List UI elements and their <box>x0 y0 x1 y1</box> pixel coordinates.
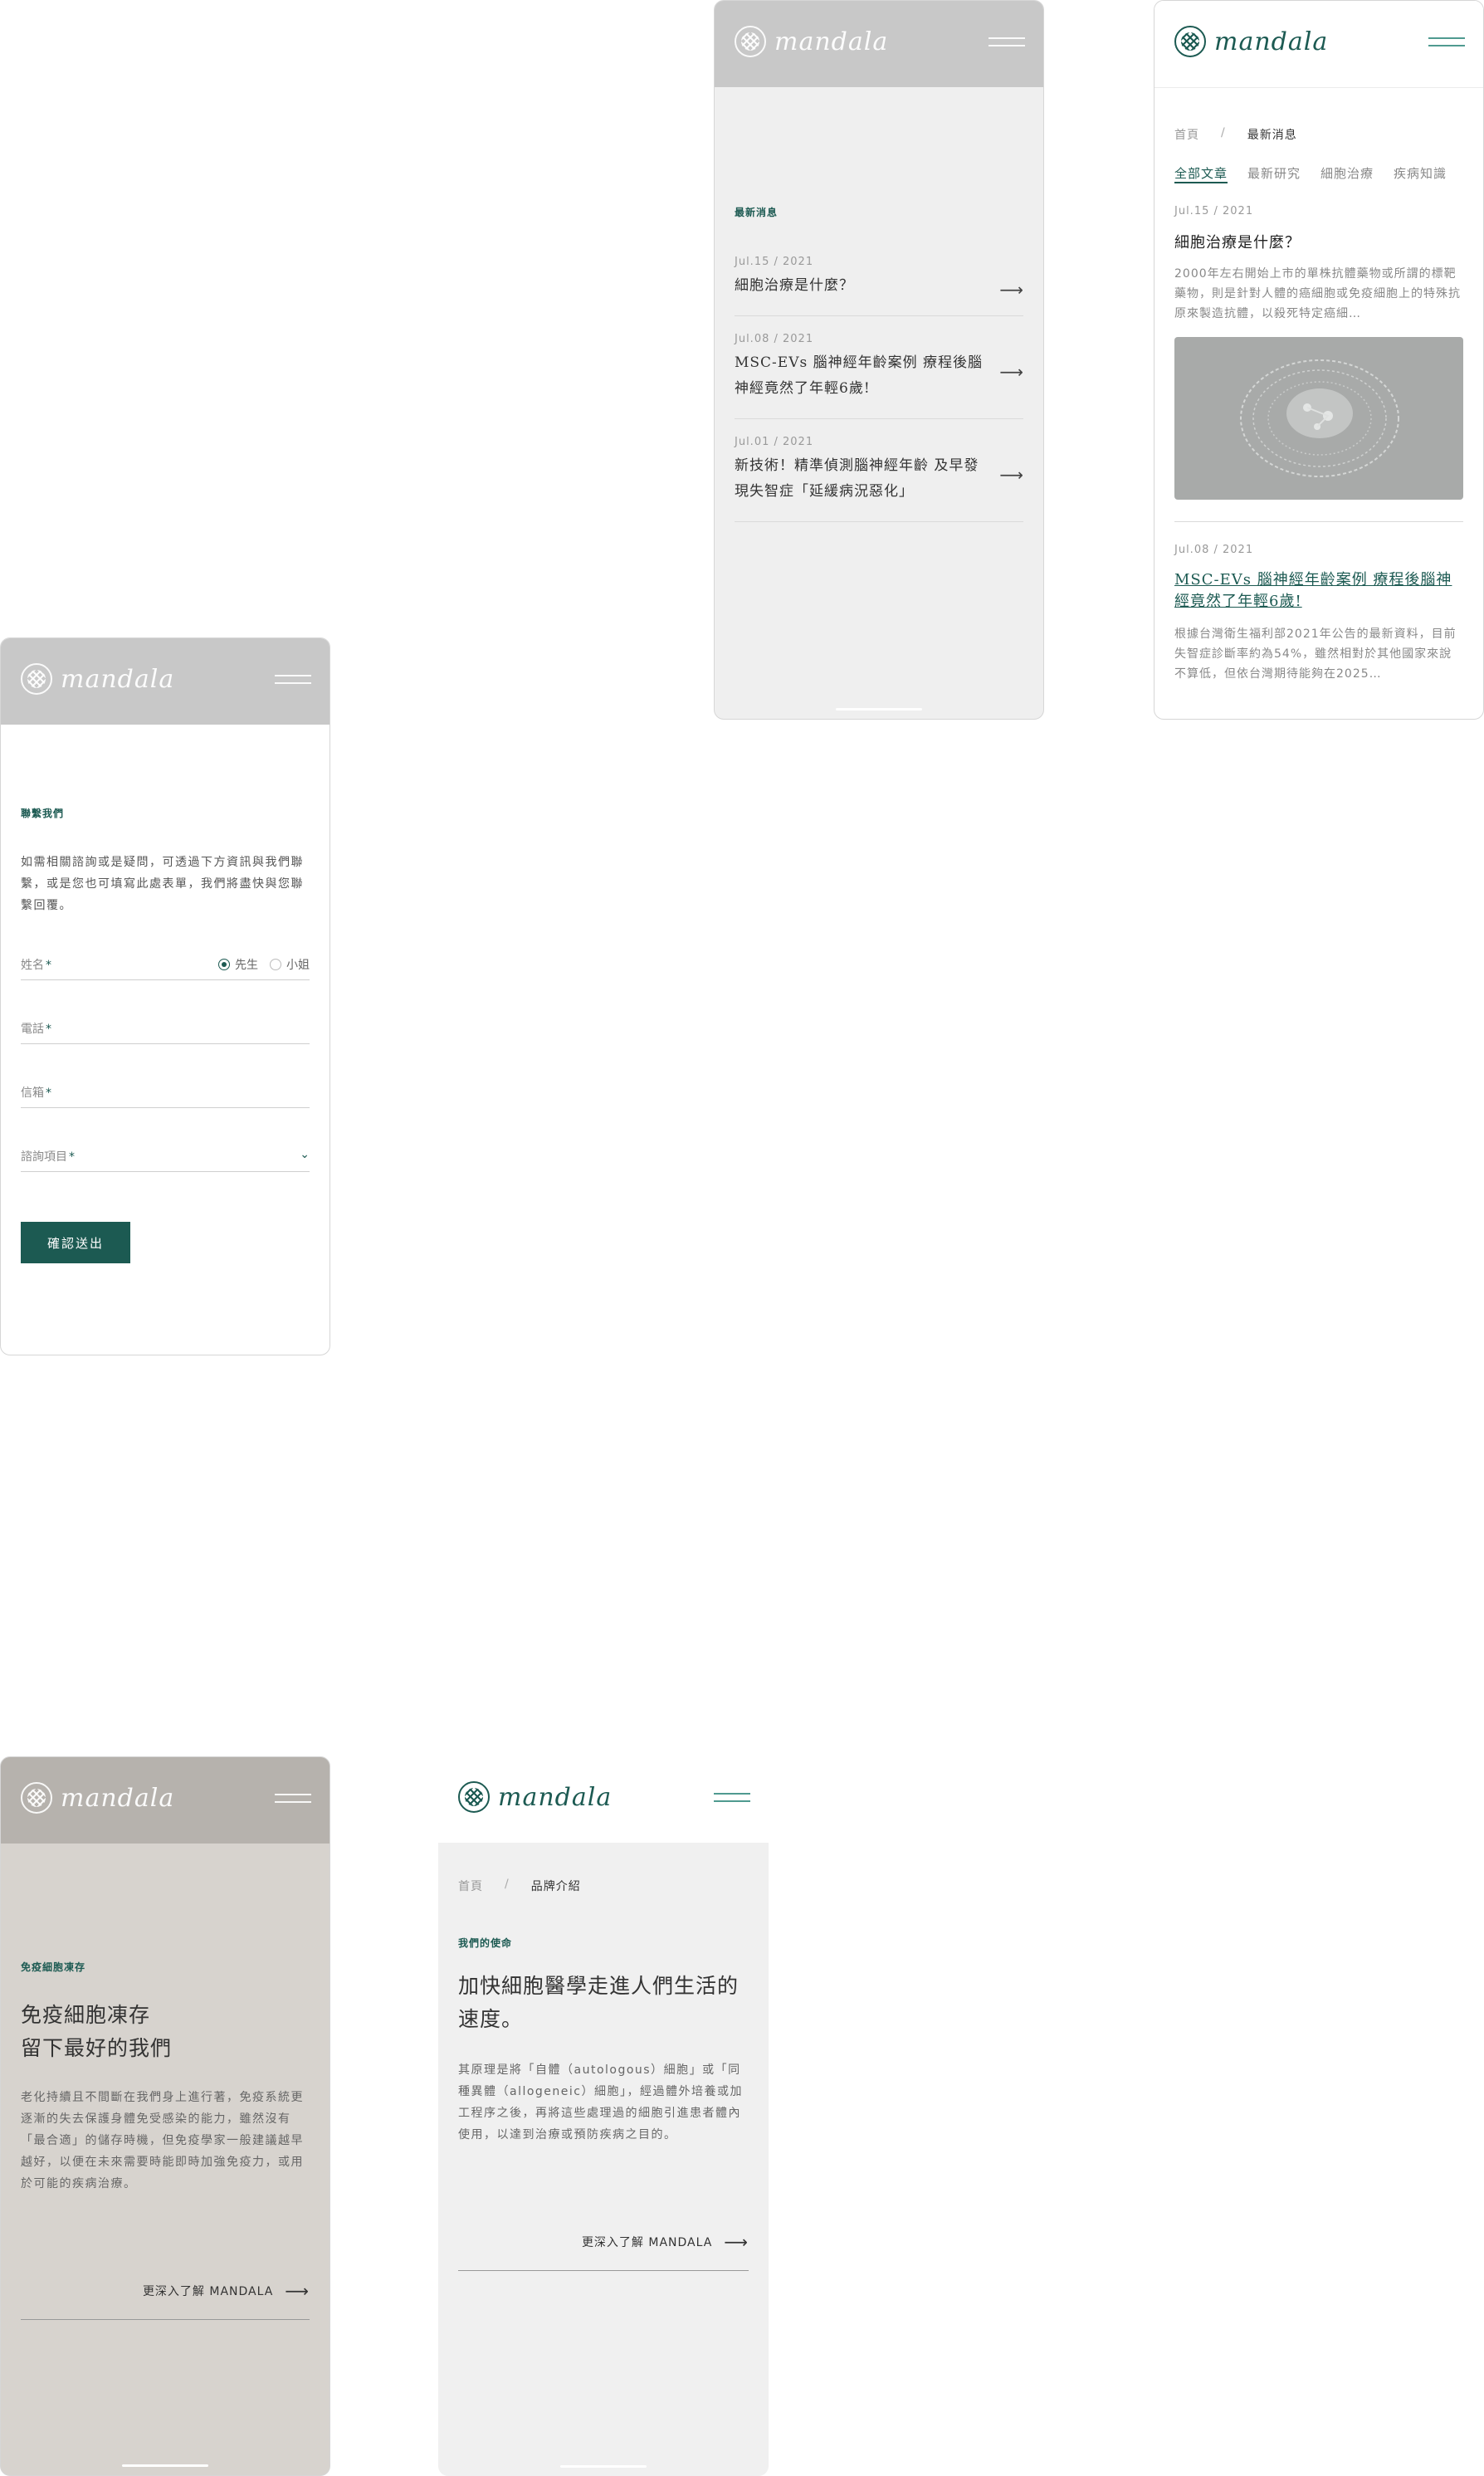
breadcrumb-current: 品牌介紹 <box>530 1880 581 1893</box>
page-title: 免疫細胞凍存 留下最好的我們 <box>21 2003 173 2060</box>
name-label: 姓名 <box>21 959 44 972</box>
radio-mr[interactable]: 先生 <box>218 956 258 973</box>
required-mark: * <box>46 959 51 972</box>
article-date: Jul.15 / 2021 <box>1174 205 1254 217</box>
logo-text: mandala <box>498 1782 613 1812</box>
section-label: 我們的使命 <box>458 1937 513 1949</box>
body-text: 老化持續且不間斷在我們身上進行著，免疫系統更逐漸的失去保護身體免受感染的能力，雖… <box>21 2091 304 2190</box>
news-date: Jul.01 / 2021 <box>735 436 814 448</box>
submit-button[interactable]: 確認送出 <box>21 1222 130 1263</box>
breadcrumb-separator: / <box>505 1878 510 1891</box>
mandala-logo-icon <box>21 1782 52 1814</box>
learn-more-link[interactable]: 更深入了解 MANDALA ⟶ <box>458 2232 749 2271</box>
article-excerpt: 根據台灣衛生福利部2021年公告的最新資料，目前失智症診斷率約為54%，雖然相對… <box>1174 628 1457 681</box>
header: mandala <box>1154 1 1483 88</box>
breadcrumb-separator: / <box>1221 126 1226 139</box>
news-date: Jul.08 / 2021 <box>735 333 814 345</box>
logo-text: mandala <box>61 664 175 694</box>
article-title[interactable]: MSC-EVs 腦神經年齡案例 療程後腦神經竟然了年輕6歲! <box>1174 569 1463 613</box>
chevron-down-icon: ⌄ <box>300 1148 310 1161</box>
news-item[interactable]: Jul.15 / 2021 細胞治療是什麼？ ⟶ <box>735 256 1023 316</box>
hamburger-icon[interactable] <box>714 1793 750 1805</box>
radio-selected-icon <box>218 959 230 970</box>
hamburger-icon[interactable] <box>275 1794 311 1805</box>
logo[interactable]: mandala <box>1174 26 1328 57</box>
news-list: Jul.15 / 2021 細胞治療是什麼？ ⟶ Jul.08 / 2021 M… <box>735 256 1023 522</box>
home-indicator <box>122 2464 208 2467</box>
learn-more-link[interactable]: 更深入了解 MANDALA ⟶ <box>21 2281 310 2320</box>
tab-disease[interactable]: 疾病知識 <box>1394 164 1447 183</box>
header: mandala <box>1 1757 330 1844</box>
inquiry-select[interactable]: 諮詢項目 * ⌄ <box>21 1145 310 1172</box>
radio-ms[interactable]: 小姐 <box>270 956 310 973</box>
news-date: Jul.15 / 2021 <box>735 256 814 268</box>
news-title: MSC-EVs 腦神經年齡案例 療程後腦神經竟然了年輕6歲! <box>735 354 984 397</box>
section-label: 最新消息 <box>735 207 779 218</box>
logo-text: mandala <box>61 1783 175 1813</box>
tab-research[interactable]: 最新研究 <box>1247 164 1301 183</box>
breadcrumb-current: 最新消息 <box>1247 129 1297 142</box>
arrow-right-icon: ⟶ <box>724 2232 749 2252</box>
article-card[interactable]: Jul.15 / 2021 細胞治療是什麼？ 2000年左右開始上市的單株抗體藥… <box>1174 205 1463 500</box>
arrow-right-icon: ⟶ <box>999 361 1023 382</box>
logo-text: mandala <box>1214 27 1329 56</box>
tab-all[interactable]: 全部文章 <box>1174 164 1228 183</box>
gender-radio-group: 先生 小姐 <box>218 956 310 973</box>
name-field[interactable]: 姓名 * 先生 小姐 <box>21 953 310 980</box>
header: mandala <box>1 638 330 725</box>
article-title[interactable]: 細胞治療是什麼？ <box>1174 231 1463 252</box>
news-title: 細胞治療是什麼？ <box>735 277 854 294</box>
mandala-logo-icon <box>21 663 52 695</box>
news-page-screen: mandala 首頁 / 最新消息 全部文章 最新研究 細胞治療 疾病知識 Ju… <box>1154 0 1484 720</box>
hamburger-icon[interactable] <box>275 675 311 686</box>
cell-storage-screen: mandala 免疫細胞凍存 免疫細胞凍存 留下最好的我們 老化持續且不間斷在我… <box>0 1756 330 2476</box>
hamburger-icon[interactable] <box>989 37 1025 49</box>
divider <box>1174 521 1463 522</box>
page-title: 加快細胞醫學走進人們生活的速度。 <box>458 1974 740 2031</box>
news-list-screen: mandala 最新消息 Jul.15 / 2021 細胞治療是什麼？ ⟶ Ju… <box>714 0 1044 720</box>
arrow-right-icon: ⟶ <box>285 2281 310 2301</box>
news-item[interactable]: Jul.08 / 2021 MSC-EVs 腦神經年齡案例 療程後腦神經竟然了年… <box>735 316 1023 419</box>
intro-text: 如需相關諮詢或是疑問，可透過下方資訊與我們聯繫，或是您也可填寫此處表單，我們將盡… <box>21 856 304 912</box>
mandala-logo-icon <box>735 26 766 57</box>
home-indicator <box>560 2465 647 2468</box>
article-excerpt: 2000年左右開始上市的單株抗體藥物或所謂的標靶藥物，則是針對人體的癌細胞或免疫… <box>1174 267 1461 320</box>
tab-cell-therapy[interactable]: 細胞治療 <box>1320 164 1374 183</box>
body-text: 其原理是將「自體（autologous）細胞」或「同種異體（allogeneic… <box>458 2063 743 2141</box>
logo[interactable]: mandala <box>21 663 174 695</box>
phone-label: 電話 <box>21 1023 44 1036</box>
mandala-logo-icon <box>458 1781 490 1813</box>
article-image <box>1174 337 1463 500</box>
logo-text: mandala <box>774 27 889 56</box>
breadcrumb: 首頁 / 最新消息 <box>1174 126 1463 143</box>
home-indicator <box>836 708 922 711</box>
contact-screen: mandala 聯繫我們 如需相關諮詢或是疑問，可透過下方資訊與我們聯繫，或是您… <box>0 637 330 1355</box>
breadcrumb-home[interactable]: 首頁 <box>1174 126 1199 143</box>
logo[interactable]: mandala <box>458 1781 612 1813</box>
logo[interactable]: mandala <box>21 1782 174 1814</box>
cell-illustration <box>1240 359 1399 477</box>
breadcrumb: 首頁 / 品牌介紹 <box>458 1878 749 1894</box>
phone-field[interactable]: 電話 * <box>21 1017 310 1044</box>
logo[interactable]: mandala <box>735 26 888 57</box>
header: mandala <box>715 1 1043 87</box>
inquiry-label: 諮詢項目 <box>21 1150 67 1164</box>
brand-screen: mandala 首頁 / 品牌介紹 我們的使命 加快細胞醫學走進人們生活的速度。… <box>438 1756 769 2476</box>
news-title: 新技術！精準偵測腦神經年齡 及早發現失智症「延緩病況惡化」 <box>735 457 979 500</box>
article-date: Jul.08 / 2021 <box>1174 544 1254 556</box>
news-item[interactable]: Jul.01 / 2021 新技術！精準偵測腦神經年齡 及早發現失智症「延緩病況… <box>735 419 1023 522</box>
category-tabs: 全部文章 最新研究 細胞治療 疾病知識 <box>1174 164 1463 183</box>
header: mandala <box>438 1756 769 1843</box>
arrow-right-icon: ⟶ <box>999 464 1023 485</box>
email-field[interactable]: 信箱 * <box>21 1081 310 1108</box>
section-label: 免疫細胞凍存 <box>21 1961 86 1973</box>
article-card[interactable]: Jul.08 / 2021 MSC-EVs 腦神經年齡案例 療程後腦神經竟然了年… <box>1174 544 1463 684</box>
hamburger-icon[interactable] <box>1428 37 1465 49</box>
radio-empty-icon <box>270 959 281 970</box>
email-label: 信箱 <box>21 1087 44 1100</box>
breadcrumb-home[interactable]: 首頁 <box>458 1878 483 1894</box>
arrow-right-icon: ⟶ <box>999 279 1023 300</box>
mandala-logo-icon <box>1174 26 1206 57</box>
section-label: 聯繫我們 <box>21 808 65 819</box>
